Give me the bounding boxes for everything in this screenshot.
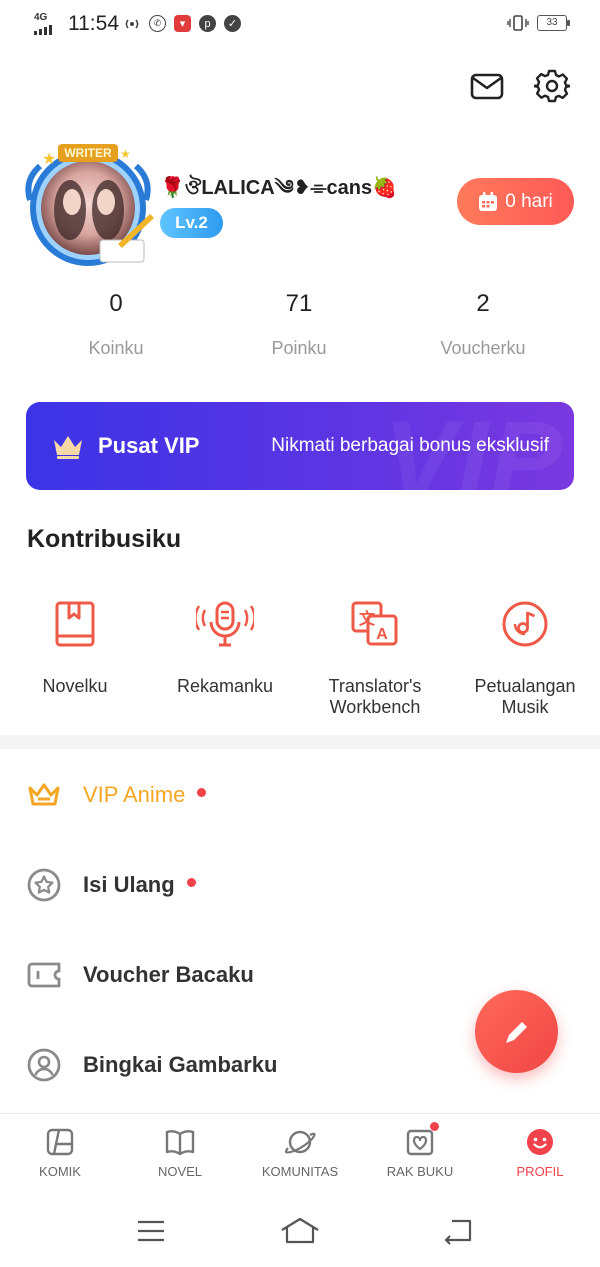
avatar-badge-text: WRITER [64,146,112,160]
gear-icon[interactable] [534,68,570,104]
stat-value: 71 [285,290,313,317]
pencil-icon [505,1021,527,1043]
nav-tab-komik[interactable]: KOMIK [0,1114,120,1195]
battery-icon: 33 [537,15,570,31]
app-notification-icon: ▾ [174,15,191,32]
contrib-label: Novelku [42,676,108,696]
section-title: Kontribusiku [27,525,182,553]
notification-dot [197,787,207,797]
bottom-nav: KOMIK NOVEL KOMUNITAS RAK BUKU PROFIL [0,1113,600,1195]
nav-tab-profil[interactable]: PROFIL [480,1114,600,1195]
avatar-frame-icon [27,1048,61,1082]
stat-koin[interactable]: 0 Koinku [36,290,196,359]
smile-icon [527,1129,553,1155]
menu-label: Bingkai Gambarku [83,1052,278,1077]
nav-tab-novel[interactable]: NOVEL [120,1114,240,1195]
contrib-translator-workbench[interactable]: 文 A Translator's Workbench [300,600,450,718]
menu-label: Voucher Bacaku [83,962,254,987]
menu-item-vip-anime[interactable]: VIP Anime [26,765,586,825]
stat-value: 0 [109,290,123,317]
stat-voucher[interactable]: 2 Voucherku [403,290,563,359]
book-icon [55,601,95,647]
avatar[interactable]: WRITER ★ ★ [22,140,158,270]
crown-icon [28,783,60,806]
status-bar: 4G 11:54 ✆ ▾ p ✓ 33 [0,0,600,48]
home-icon[interactable] [280,1216,320,1246]
network-type: 4G [34,12,48,23]
contrib-rekamanku[interactable]: Rekamanku [150,600,300,697]
svg-text:★: ★ [120,147,131,161]
contrib-petualangan-musik[interactable]: Petualangan Musik [450,600,600,718]
check-icon: ✓ [224,15,241,32]
music-disc-icon [502,601,548,647]
nav-label: RAK BUKU [386,1164,454,1179]
signal-icon [34,25,52,35]
contrib-label: Translator's Workbench [328,676,422,717]
system-nav-bar [0,1200,600,1267]
svg-text:A: A [376,626,388,643]
vip-title: Pusat VIP [98,433,200,458]
contrib-novelku[interactable]: Novelku [0,600,150,697]
write-fab-button[interactable] [475,990,558,1073]
hotspot-icon [125,19,139,28]
vibrate-icon [507,15,529,31]
checkin-label: 0 hari [505,190,553,212]
status-time: 11:54 [68,12,119,35]
svg-text:文: 文 [359,609,376,628]
stat-poin[interactable]: 71 Poinku [219,290,379,359]
stat-label: Voucherku [440,338,526,358]
pinterest-icon: p [199,15,216,32]
planet-icon [284,1130,316,1154]
whatsapp-icon: ✆ [149,15,166,32]
contrib-label: Petualangan Musik [474,676,576,717]
stat-value: 2 [476,290,490,317]
bookshelf-icon [406,1129,434,1156]
microphone-icon [196,601,254,647]
avatar-frame: WRITER ★ ★ [25,144,154,266]
menu-label: Isi Ulang [83,872,175,897]
nav-label: KOMUNITAS [261,1164,339,1179]
stat-label: Poinku [271,338,327,358]
menu-label: VIP Anime [83,782,186,807]
nav-tab-rak-buku[interactable]: RAK BUKU [360,1114,480,1195]
vip-subtitle: Nikmati berbagai bonus eksklusif [271,435,549,456]
checkin-button[interactable]: 0 hari [457,178,574,225]
notification-dot [430,1122,439,1131]
book-open-icon [165,1130,195,1156]
network-indicator: 4G [34,13,52,35]
menu-item-isi-ulang[interactable]: Isi Ulang [26,855,586,915]
stat-label: Koinku [88,338,144,358]
nav-label: NOVEL [157,1164,203,1179]
nav-label: KOMIK [39,1164,81,1179]
nav-tab-komunitas[interactable]: KOMUNITAS [240,1114,360,1195]
comic-icon [46,1128,74,1156]
contrib-label: Rekamanku [176,676,274,696]
level-badge[interactable]: Lv.2 [160,208,223,238]
star-coin-icon [27,868,61,902]
mail-icon[interactable] [469,68,505,104]
ticket-icon [27,962,61,988]
svg-text:★: ★ [42,151,56,168]
translate-icon: 文 A [351,601,398,646]
calendar-icon [479,191,498,211]
crown-icon [54,436,82,459]
nav-label: PROFIL [516,1164,564,1179]
vip-center-banner[interactable]: VIP Pusat VIP Nikmati berbagai bonus eks… [26,402,574,490]
notification-dot [186,877,196,887]
section-divider [0,735,600,749]
menu-icon[interactable] [136,1216,166,1246]
back-icon[interactable] [442,1216,474,1246]
